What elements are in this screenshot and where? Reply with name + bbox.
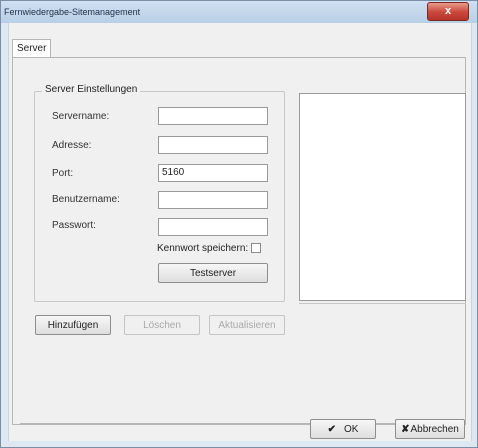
servername-label: Servername: — [52, 111, 110, 122]
abbrechen-button-label: Abbrechen — [410, 424, 459, 435]
cancel-x-icon: ✘ — [401, 424, 410, 435]
passwort-field[interactable] — [158, 218, 268, 236]
dialog-client-area: Server Server Einstellungen Servername: … — [8, 23, 472, 441]
server-list[interactable] — [299, 93, 466, 301]
ok-button-label: OK — [343, 424, 359, 435]
save-password-checkbox[interactable] — [251, 243, 262, 254]
port-label: Port: — [52, 168, 74, 179]
benutzername-label: Benutzername: — [52, 194, 120, 205]
aktualisieren-button[interactable]: Aktualisieren — [209, 315, 285, 335]
dialog-window: Fernwiedergabe-Sitemanagement x Server S… — [0, 0, 478, 448]
loeschen-button[interactable]: Löschen — [124, 315, 200, 335]
passwort-label: Passwort: — [52, 220, 96, 231]
list-divider — [299, 303, 466, 304]
title-bar[interactable]: Fernwiedergabe-Sitemanagement x — [1, 1, 477, 23]
adresse-field[interactable] — [158, 136, 268, 154]
save-password-label: Kennwort speichern: — [157, 243, 249, 254]
server-settings-group-title: Server Einstellungen — [42, 84, 141, 95]
port-field[interactable]: 5160 — [158, 164, 268, 182]
testserver-button[interactable]: Testserver — [158, 263, 268, 283]
save-password-row: Kennwort speichern: — [157, 243, 262, 254]
servername-field[interactable] — [158, 107, 268, 125]
hinzufuegen-button[interactable]: Hinzufügen — [35, 315, 111, 335]
checkmark-icon: ✔ — [327, 424, 336, 435]
abbrechen-button[interactable]: ✘Abbrechen — [395, 419, 465, 439]
tab-server[interactable]: Server — [12, 39, 52, 58]
close-button[interactable]: x — [427, 2, 469, 21]
benutzername-field[interactable] — [158, 191, 268, 209]
adresse-label: Adresse: — [52, 140, 92, 151]
close-icon: x — [444, 5, 452, 17]
window-title: Fernwiedergabe-Sitemanagement — [4, 7, 141, 17]
ok-button[interactable]: ✔ OK — [310, 419, 376, 439]
